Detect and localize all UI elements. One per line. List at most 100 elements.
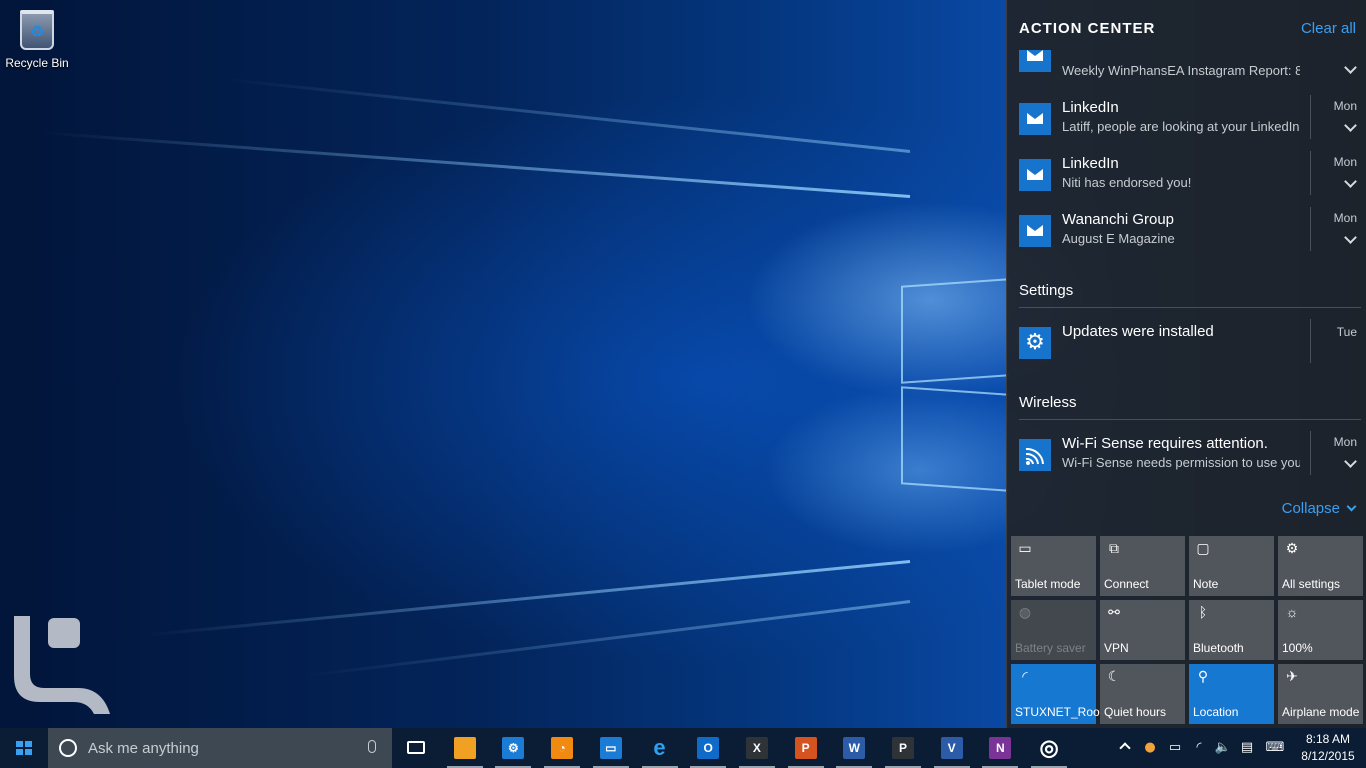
quick-action-label: Note [1193,577,1219,591]
quick-action-brightness[interactable]: ☼ 100% [1278,600,1363,660]
notification-divider [1310,207,1311,251]
notification-divider [1310,151,1311,195]
action-center-panel: ACTION CENTER Clear all Weekly WinPhansE… [1006,0,1366,728]
app-tray-icon[interactable]: ● [1141,739,1159,757]
taskbar-app-excel[interactable]: X [733,728,781,768]
quick-action-moon[interactable]: ☾ Quiet hours [1100,664,1185,724]
taskbar-app-visio[interactable]: V [928,728,976,768]
quick-action-label: Battery saver [1015,641,1086,655]
taskbar-app-file-explorer[interactable] [441,728,489,768]
clock[interactable]: 8:18 AM 8/12/2015 [1296,731,1360,765]
gear-icon: ⚙ [1019,327,1051,359]
file-explorer-icon [453,737,476,759]
taskbar-app-powerpoint[interactable]: P [782,728,830,768]
search-placeholder: Ask me anything [88,740,199,757]
notification-body: Weekly WinPhansEA Instagram Report: 8/ [1062,63,1300,78]
moon-icon: ☾ [1107,668,1121,684]
wallpaper-beam [42,131,911,198]
keyboard-icon[interactable]: ⌨ [1264,739,1286,757]
connect-icon: ⧉ [1109,540,1119,556]
taskbar-app-word[interactable]: W [830,728,878,768]
settings-group-header[interactable]: Settings [1019,282,1073,299]
network-icon[interactable]: ◜ [1190,739,1208,757]
notification-mail[interactable]: Wananchi Group August E Magazine Mon [1007,207,1366,267]
start-button[interactable] [0,728,48,768]
quick-action-bluetooth[interactable]: ᛒ Bluetooth [1189,600,1274,660]
wallpaper-logo-pane [901,278,1009,384]
quick-action-tablet-mode[interactable]: ▭ Tablet mode [1011,536,1096,596]
taskbar-app-onenote[interactable]: N [976,728,1024,768]
site-logo-watermark [14,616,110,714]
groove-music-icon: ◎ [1038,735,1061,760]
notification-title: Wi-Fi Sense requires attention. [1062,435,1268,452]
notification-body: August E Magazine [1062,231,1175,246]
quick-action-location[interactable]: ⚲ Location [1189,664,1274,724]
notification-mail[interactable]: LinkedIn Latiff, people are looking at y… [1007,95,1366,155]
notification-wifi-sense[interactable]: Wi-Fi Sense requires attention. Wi-Fi Se… [1007,431,1366,491]
clear-all-link[interactable]: Clear all [1301,20,1356,37]
volume-icon[interactable]: 🔈 [1214,739,1232,757]
wireless-group-header[interactable]: Wireless [1019,394,1077,411]
chevron-down-icon[interactable] [1344,231,1357,244]
quick-action-label: Tablet mode [1015,577,1081,591]
powerpoint-icon: P [794,737,817,759]
collapse-link[interactable]: Collapse [1281,500,1357,517]
taskbar-app-edge[interactable]: e [636,728,684,768]
notification-mail[interactable]: Weekly WinPhansEA Instagram Report: 8/ [1007,50,1366,84]
microphone-icon[interactable] [368,740,376,753]
mail-icon [1019,103,1051,135]
chevron-down-icon[interactable] [1344,119,1357,132]
chevron-down-icon[interactable] [1344,175,1357,188]
notification-mail[interactable]: LinkedIn Niti has endorsed you! Mon [1007,151,1366,211]
action-center-title: ACTION CENTER [1019,20,1156,37]
visio-icon: V [940,737,963,759]
notification-title: LinkedIn [1062,155,1119,172]
quick-action-settings[interactable]: ⚙ All settings [1278,536,1363,596]
quick-action-connect[interactable]: ⧉ Connect [1100,536,1185,596]
taskbar-app-project[interactable]: P [879,728,927,768]
wallpaper-beam [143,560,911,637]
taskbar-app-remote-desktop[interactable]: ▭ [587,728,635,768]
quick-action-vpn[interactable]: ⚯ VPN [1100,600,1185,660]
taskbar-app-task-view[interactable] [392,728,440,768]
quick-action-label: Bluetooth [1193,641,1244,655]
onenote-icon: N [989,737,1012,759]
notification-divider [1310,95,1311,139]
taskbar-app-groove-music[interactable]: ◎ [1025,728,1073,768]
wifi-icon: ◜ [1022,668,1028,684]
mail-icon [1019,50,1051,72]
quick-action-label: STUXNET_Root [1015,705,1104,719]
power-icon[interactable]: ▭ [1166,739,1184,757]
quick-action-wifi[interactable]: ◜ STUXNET_Root [1011,664,1103,724]
taskbar-app-outlook[interactable]: O [684,728,732,768]
tablet-mode-icon: ▭ [1018,540,1032,556]
quick-action-battery-saver[interactable]: ◍ Battery saver [1011,600,1096,660]
notification-time: Mon [1333,435,1357,449]
wifi-sense-icon [1019,439,1051,471]
notification-updates[interactable]: ⚙ Updates were installed Tue [1007,319,1366,379]
show-hidden-icons-button[interactable] [1119,742,1131,754]
group-divider [1019,419,1361,420]
notification-time: Tue [1336,325,1357,339]
chevron-down-icon[interactable] [1344,61,1357,74]
windows-logo-icon [16,741,32,755]
collapse-label: Collapse [1281,500,1340,517]
notification-body: Latiff, people are looking at your Linke… [1062,119,1300,134]
recycle-bin-icon [20,10,54,50]
vpn-icon: ⚯ [1108,604,1120,620]
wallpaper-logo-pane [901,386,1009,492]
chevron-down-icon[interactable] [1344,455,1357,468]
taskbar-app-app-orange[interactable]: ◔ [538,728,586,768]
notification-body: Niti has endorsed you! [1062,175,1192,190]
action-center-icon[interactable]: ▤ [1238,739,1256,757]
note-icon: ▢ [1196,540,1210,556]
airplane-icon: ✈ [1286,668,1298,684]
notification-title: Updates were installed [1062,323,1214,340]
quick-action-airplane[interactable]: ✈ Airplane mode [1278,664,1363,724]
recycle-bin[interactable]: Recycle Bin [4,6,70,76]
task-view-icon [407,741,425,754]
quick-action-note[interactable]: ▢ Note [1189,536,1274,596]
taskbar-app-settings[interactable]: ⚙ [489,728,537,768]
notification-title: Wananchi Group [1062,211,1175,228]
cortana-search-box[interactable]: Ask me anything [48,728,392,768]
